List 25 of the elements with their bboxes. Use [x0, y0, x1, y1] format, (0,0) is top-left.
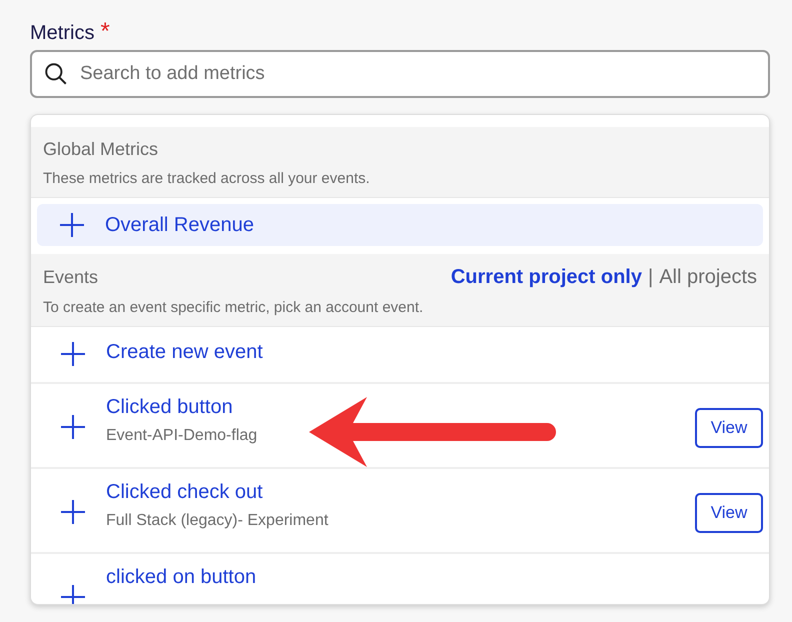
view-button[interactable]: View: [695, 408, 763, 448]
plus-icon: [60, 499, 86, 525]
event-subtitle: Full Stack (legacy)- Experiment: [106, 512, 330, 530]
filter-link[interactable]: All projects: [659, 266, 757, 289]
event-title[interactable]: Clicked button: [106, 396, 675, 419]
section-title: Global Metrics: [43, 139, 158, 160]
field-label: Metrics: [30, 22, 94, 45]
metric-option[interactable]: Overall Revenue: [37, 204, 763, 246]
filter-link[interactable]: Current project only: [450, 266, 642, 289]
plus-icon: [60, 341, 86, 367]
event-title[interactable]: Create new event: [106, 341, 763, 364]
view-button[interactable]: View: [695, 493, 763, 533]
search-icon: [43, 61, 69, 87]
plus-icon: [59, 212, 85, 238]
event-subtitle: Event-API-Demo-flag: [106, 427, 258, 445]
event-title[interactable]: Clicked check out: [106, 481, 675, 504]
required-mark: *: [100, 18, 110, 46]
section-description: To create an event specific metric, pick an account event.: [43, 299, 424, 316]
separator: |: [648, 266, 654, 289]
section-description: These metrics are tracked across all your events.: [43, 170, 371, 187]
search-field[interactable]: Search to add metrics: [30, 50, 770, 98]
event-title[interactable]: clicked on button: [106, 566, 763, 589]
plus-icon: [60, 584, 86, 604]
plus-icon: [60, 414, 86, 440]
section-title: Events: [43, 267, 98, 288]
